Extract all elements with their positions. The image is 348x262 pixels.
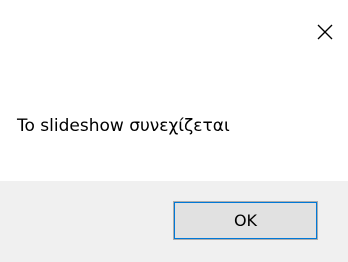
- ok-button[interactable]: OK: [173, 201, 318, 240]
- message-dialog: To slideshow συνεχίζεται OK: [0, 0, 348, 262]
- title-bar: [0, 0, 348, 90]
- button-bar: OK: [0, 181, 348, 262]
- close-button[interactable]: [302, 0, 348, 64]
- dialog-message: To slideshow συνεχίζεται: [17, 116, 230, 136]
- close-icon: [316, 23, 334, 41]
